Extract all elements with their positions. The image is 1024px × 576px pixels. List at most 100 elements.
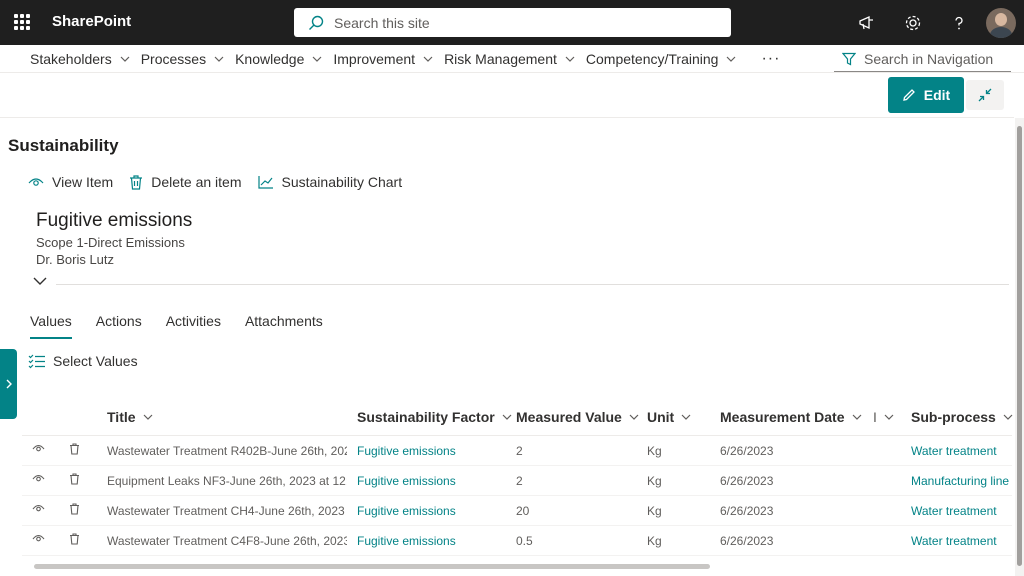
chevron-down-icon xyxy=(727,56,736,62)
tab-attachments[interactable]: Attachments xyxy=(245,313,323,339)
nav-more-button[interactable]: ··· xyxy=(761,50,780,68)
cell-unit: Kg xyxy=(647,474,662,488)
column-header-measurement-date[interactable]: Measurement Date xyxy=(720,409,862,425)
delete-item-label: Delete an item xyxy=(151,174,242,190)
cell-title: Wastewater Treatment C4F8-June 26th, 202… xyxy=(107,534,347,548)
column-header-label: Measurement Date xyxy=(720,409,845,425)
view-item-button[interactable]: View Item xyxy=(28,174,113,190)
command-bar: View Item Delete an item Sustainability … xyxy=(28,174,418,190)
trash-icon[interactable] xyxy=(69,503,80,515)
site-search-placeholder: Search this site xyxy=(334,14,430,31)
column-header-truncated[interactable]: I xyxy=(873,409,894,425)
trash-icon[interactable] xyxy=(69,443,80,455)
collapse-button[interactable] xyxy=(966,80,1004,110)
column-header-sub-process[interactable]: Sub-process xyxy=(911,409,1013,425)
cell-sustainability-factor-link[interactable]: Fugitive emissions xyxy=(357,474,456,488)
column-header-label: Sub-process xyxy=(911,409,996,425)
tab-values[interactable]: Values xyxy=(30,313,72,339)
chevron-down-icon xyxy=(565,56,575,62)
table-row[interactable]: Wastewater Treatment C4F8-June 26th, 202… xyxy=(22,526,1012,556)
nav-item-knowledge[interactable]: Knowledge xyxy=(235,51,322,67)
cell-sustainability-factor-link[interactable]: Fugitive emissions xyxy=(357,534,456,548)
eye-icon[interactable] xyxy=(32,473,45,483)
item-owner: Dr. Boris Lutz xyxy=(36,252,115,267)
table-row[interactable]: Wastewater Treatment R402B-June 26th, 20… xyxy=(22,436,1012,466)
nav-item-competency-training[interactable]: Competency/Training xyxy=(586,51,737,67)
chevron-down-icon xyxy=(120,56,130,62)
app-name[interactable]: SharePoint xyxy=(52,13,131,30)
nav-search-box[interactable]: Search in Navigation xyxy=(834,47,1011,72)
cell-title: Wastewater Treatment R402B-June 26th, 20… xyxy=(107,444,347,458)
cell-title: Wastewater Treatment CH4-June 26th, 2023… xyxy=(107,504,347,518)
nav-item-processes[interactable]: Processes xyxy=(141,51,224,67)
cell-sub-process-link[interactable]: Manufacturing line xyxy=(911,474,1009,488)
nav-item-improvement[interactable]: Improvement xyxy=(333,51,433,67)
chevron-down-icon xyxy=(1003,414,1013,420)
cell-sustainability-factor-link[interactable]: Fugitive emissions xyxy=(357,444,456,458)
column-header-title[interactable]: Title xyxy=(107,409,153,425)
column-header-label: Unit xyxy=(647,409,675,425)
chevron-right-icon xyxy=(6,379,12,389)
chevron-down-icon xyxy=(884,414,894,420)
delete-item-button[interactable]: Delete an item xyxy=(129,174,242,190)
nav-item-label: Processes xyxy=(140,50,207,67)
edit-button[interactable]: Edit xyxy=(888,77,964,113)
eye-icon[interactable] xyxy=(32,533,45,543)
cell-sustainability-factor-link[interactable]: Fugitive emissions xyxy=(357,504,456,518)
edit-button-label: Edit xyxy=(923,87,951,103)
side-panel-toggle[interactable] xyxy=(0,349,17,419)
select-values-button[interactable]: Select Values xyxy=(28,353,138,369)
eye-icon[interactable] xyxy=(32,503,45,513)
column-header-unit[interactable]: Unit xyxy=(647,409,691,425)
avatar[interactable] xyxy=(986,7,1016,38)
cell-measurement-date: 6/26/2023 xyxy=(720,474,774,488)
chevron-down-icon xyxy=(143,414,152,420)
help-icon[interactable] xyxy=(936,0,982,45)
collapse-icon xyxy=(978,88,992,102)
site-navigation: Stakeholders Processes Knowledge Improve… xyxy=(0,45,1024,73)
tab-actions[interactable]: Actions xyxy=(96,313,142,339)
column-header-label: Sustainability Factor xyxy=(357,409,495,425)
table-header: Title Sustainability Factor Measured Val… xyxy=(22,398,1013,436)
cell-sub-process-link[interactable]: Water treatment xyxy=(911,444,997,458)
tab-activities[interactable]: Activities xyxy=(166,313,221,339)
vertical-scrollbar-thumb[interactable] xyxy=(1017,126,1022,566)
gear-icon[interactable] xyxy=(890,0,936,45)
select-values-label: Select Values xyxy=(53,353,138,369)
chevron-down-icon xyxy=(502,414,512,420)
column-header-sustainability-factor[interactable]: Sustainability Factor xyxy=(357,409,512,425)
nav-item-label: Improvement xyxy=(333,50,416,67)
pencil-icon xyxy=(902,89,915,101)
column-header-measured-value[interactable]: Measured Value xyxy=(516,409,639,425)
sustainability-chart-button[interactable]: Sustainability Chart xyxy=(257,174,402,190)
divider xyxy=(56,284,1009,285)
cell-sub-process-link[interactable]: Water treatment xyxy=(911,534,997,548)
nav-item-stakeholders[interactable]: Stakeholders xyxy=(30,51,130,67)
nav-item-label: Stakeholders xyxy=(30,50,112,67)
table-row[interactable]: Wastewater Treatment CH4-June 26th, 2023… xyxy=(22,496,1012,526)
tab-list: Values Actions Activities Attachments xyxy=(30,313,347,339)
app-launcher-icon[interactable] xyxy=(14,14,30,30)
trash-icon[interactable] xyxy=(69,533,80,545)
divider xyxy=(0,117,1014,118)
trash-icon[interactable] xyxy=(69,473,80,485)
item-title: Fugitive emissions xyxy=(36,210,193,231)
horizontal-scrollbar[interactable] xyxy=(34,564,710,569)
eye-icon xyxy=(28,178,44,186)
nav-item-risk-management[interactable]: Risk Management xyxy=(444,51,575,67)
chevron-down-icon xyxy=(852,414,861,420)
chevron-down-icon xyxy=(214,56,224,62)
chevron-down-icon[interactable] xyxy=(33,276,47,286)
site-search-box[interactable]: Search this site xyxy=(294,8,731,37)
megaphone-icon[interactable] xyxy=(844,0,890,45)
column-header-label: Measured Value xyxy=(516,409,622,425)
nav-item-label: Knowledge xyxy=(235,50,305,67)
chevron-down-icon xyxy=(629,414,639,420)
eye-icon[interactable] xyxy=(32,443,45,453)
table-row[interactable]: Equipment Leaks NF3-June 26th, 2023 at 1… xyxy=(22,466,1012,496)
column-header-label: I xyxy=(873,409,877,425)
cell-sub-process-link[interactable]: Water treatment xyxy=(911,504,997,518)
nav-item-label: Competency/Training xyxy=(585,50,719,67)
trash-icon xyxy=(130,174,143,190)
cell-measurement-date: 6/26/2023 xyxy=(720,444,774,458)
